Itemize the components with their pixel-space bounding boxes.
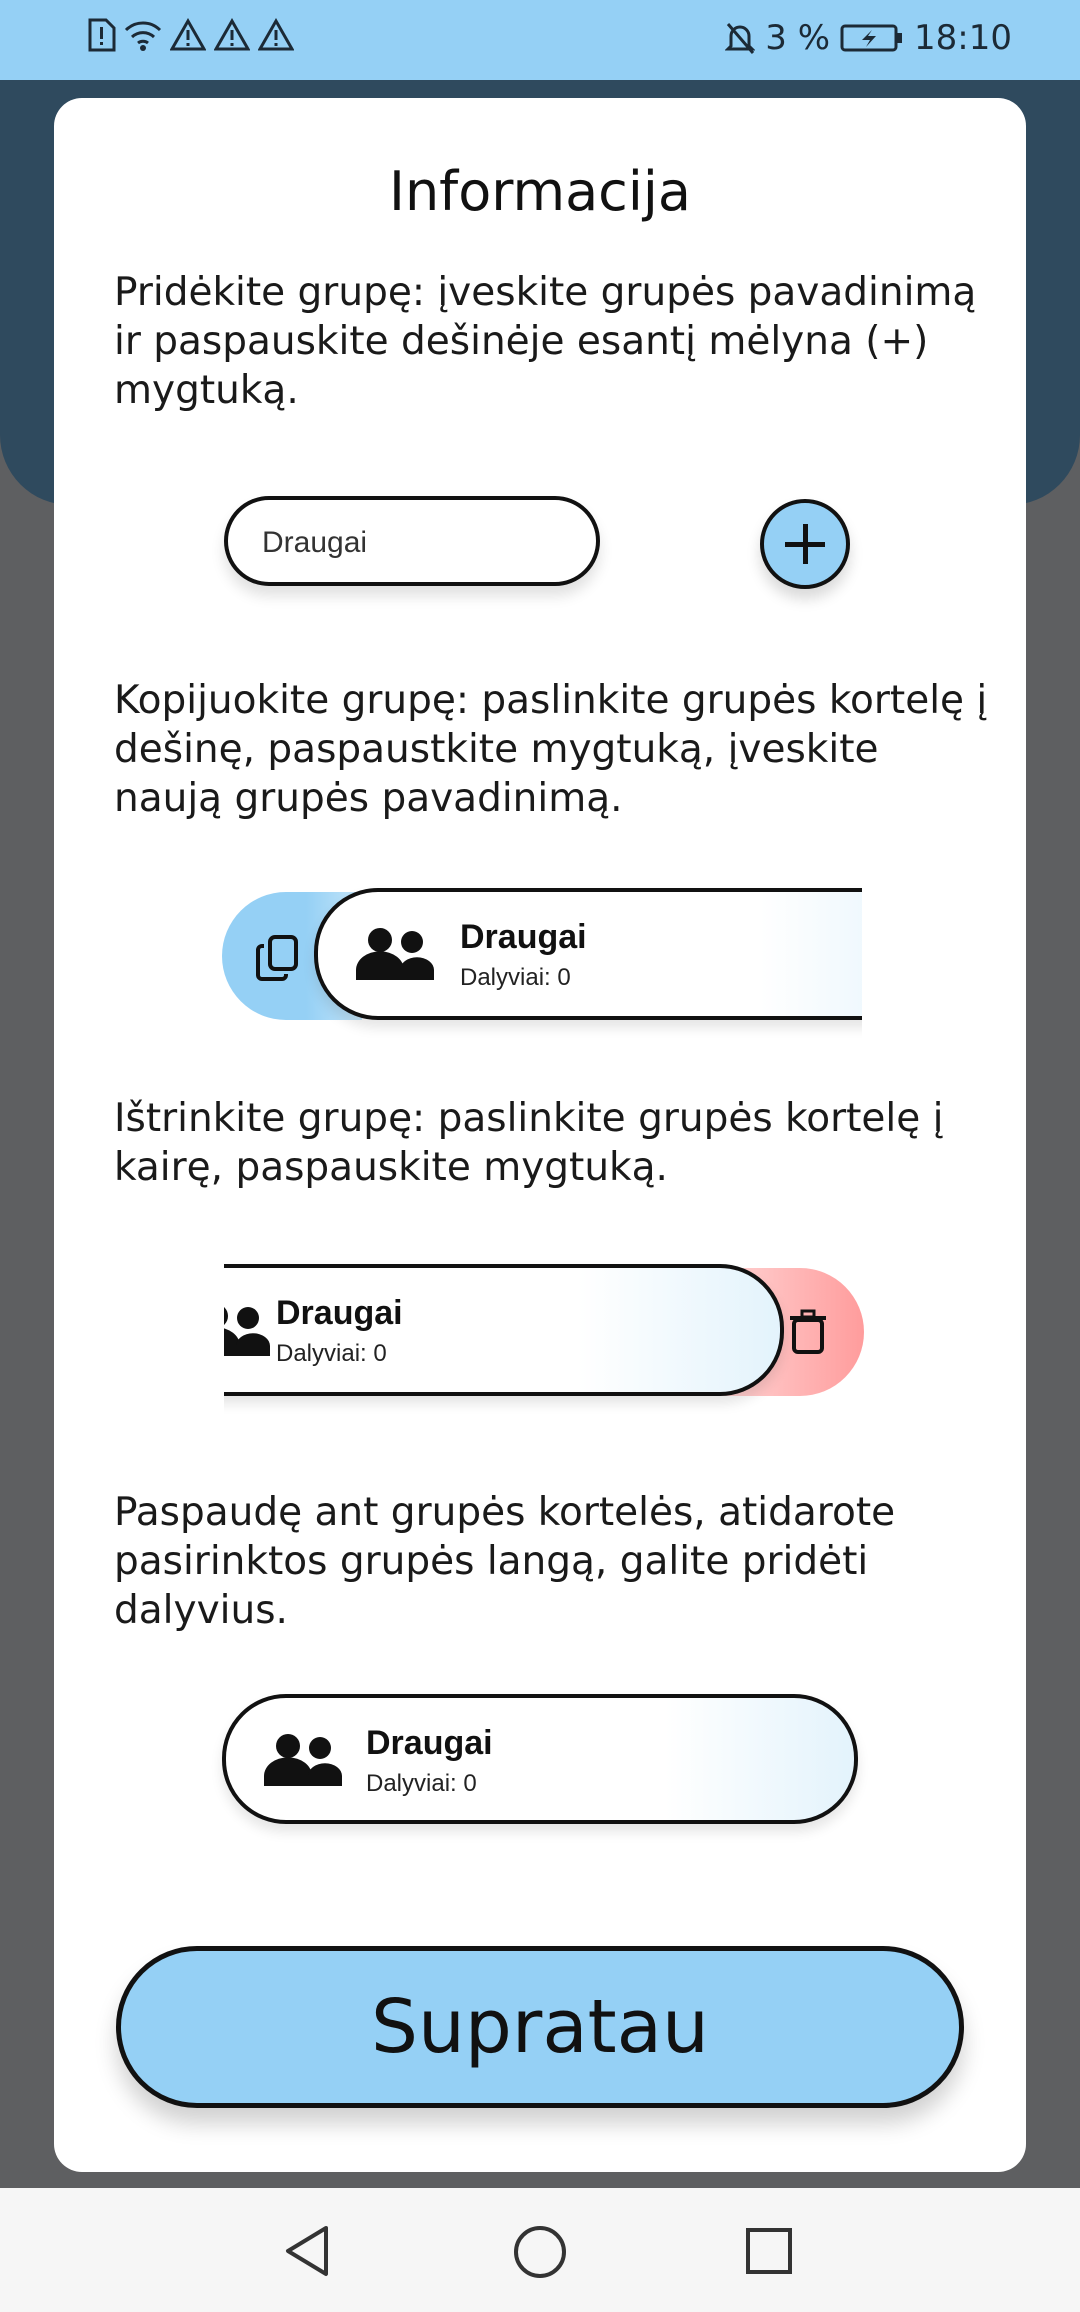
- demo-group-card-open: Draugai Dalyviai: 0: [222, 1694, 858, 1824]
- demo-copy-swipe: Draugai Dalyviai: 0: [222, 874, 862, 1038]
- people-icon: [224, 1307, 270, 1356]
- recents-icon[interactable]: [744, 2226, 794, 2276]
- status-icons-right: 3 % 18:10: [725, 18, 1012, 58]
- battery-percent: 3 %: [765, 18, 831, 58]
- copy-icon: [256, 935, 298, 981]
- info-dialog: Informacija Pridėkite grupę: įveskite gr…: [54, 98, 1026, 2172]
- sim-alert-icon: [88, 18, 116, 52]
- wifi-icon: [124, 21, 162, 51]
- open-group-instructions: Paspaudę ant grupės kortelės, atidarote …: [114, 1490, 896, 1633]
- people-icon: [264, 1734, 342, 1786]
- dialog-title: Informacija: [389, 160, 691, 223]
- people-icon: [356, 928, 434, 980]
- system-nav-bar: [0, 2188, 1080, 2312]
- copy-group-instructions: Kopijuokite grupę: paslinkite grupės kor…: [114, 678, 988, 821]
- delete-group-instructions: Ištrinkite grupę: paslinkite grupės kort…: [114, 1096, 944, 1190]
- demo-input-value: Draugai: [262, 526, 368, 559]
- warning-icon: [170, 18, 206, 51]
- warning-icon: [214, 18, 250, 51]
- clock: 18:10: [914, 18, 1012, 58]
- back-icon[interactable]: [282, 2224, 334, 2278]
- bell-off-icon: [725, 23, 756, 54]
- status-bar: 3 % 18:10: [0, 0, 1080, 80]
- demo-group-name-input: Draugai: [224, 496, 600, 586]
- home-icon[interactable]: [512, 2224, 568, 2280]
- card-group-name: Draugai: [276, 1294, 403, 1332]
- status-icons-left: [86, 18, 294, 52]
- card-member-count: Dalyviai: 0: [460, 964, 571, 991]
- demo-delete-swipe: Draugai Dalyviai: 0: [224, 1250, 864, 1414]
- add-group-instructions: Pridėkite grupę: įveskite grupės pavadin…: [114, 270, 977, 413]
- demo-group-card: Draugai Dalyviai: 0: [314, 888, 862, 1020]
- warning-icon: [258, 18, 294, 51]
- card-group-name: Draugai: [460, 918, 587, 956]
- demo-group-card: Draugai Dalyviai: 0: [224, 1264, 784, 1396]
- ok-button[interactable]: Supratau: [116, 1946, 964, 2108]
- card-member-count: Dalyviai: 0: [276, 1340, 387, 1367]
- card-member-count: Dalyviai: 0: [366, 1770, 477, 1797]
- demo-add-button: [760, 499, 850, 589]
- card-group-name: Draugai: [366, 1724, 493, 1762]
- battery-charging-icon: [840, 24, 903, 52]
- trash-icon: [790, 1309, 826, 1354]
